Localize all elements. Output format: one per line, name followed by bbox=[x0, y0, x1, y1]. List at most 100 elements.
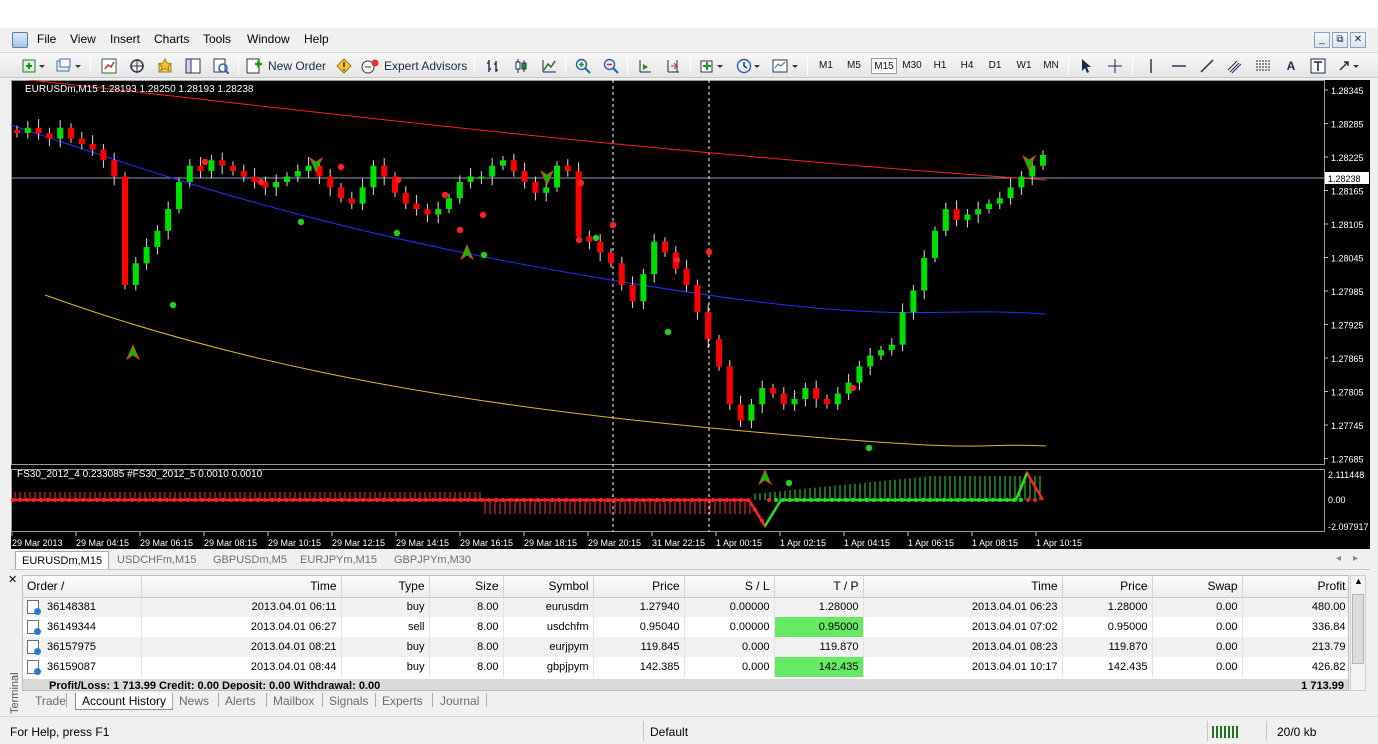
timeframe-m1[interactable]: M1 bbox=[815, 58, 837, 74]
candle-body bbox=[46, 133, 53, 139]
col-order[interactable]: Order / bbox=[23, 576, 142, 598]
chart-shift-icon[interactable] bbox=[662, 56, 684, 76]
text-icon[interactable]: A bbox=[1280, 56, 1302, 76]
tab-journal[interactable]: Journal bbox=[440, 693, 479, 710]
tab-alerts[interactable]: Alerts bbox=[225, 693, 256, 710]
zoom-out-icon[interactable] bbox=[600, 56, 622, 76]
table-row[interactable]: 36159087 2013.04.01 08:44 buy 8.00 gbpjpym 14… bbox=[23, 657, 1348, 677]
price-chart[interactable]: 1.28345 1.28285 1.28225 1.28165 1.28105 1.280… bbox=[11, 80, 1370, 549]
timeframe-w1[interactable]: W1 bbox=[1013, 58, 1035, 74]
crosshair-icon[interactable] bbox=[1104, 56, 1126, 76]
new-order-button[interactable]: New Order bbox=[246, 56, 330, 76]
col-symbol[interactable]: Symbol bbox=[503, 576, 594, 598]
menu-file[interactable]: File bbox=[37, 32, 56, 46]
timeframe-m30[interactable]: M30 bbox=[899, 58, 925, 74]
indicator-dot bbox=[228, 498, 232, 502]
chart-tab-usdchfm[interactable]: USDCHFm,M15 bbox=[111, 551, 202, 569]
timeframe-m5[interactable]: M5 bbox=[843, 58, 865, 74]
chart-window[interactable]: 1.28345 1.28285 1.28225 1.28165 1.28105 1.280… bbox=[11, 80, 1370, 549]
tab-trade[interactable]: Trade bbox=[35, 693, 66, 710]
autotrading-warning-icon[interactable] bbox=[333, 56, 355, 76]
timeframe-mn[interactable]: MN bbox=[1040, 58, 1062, 74]
table-cell: 480.00 bbox=[1242, 597, 1348, 617]
vertical-line-icon[interactable] bbox=[1140, 56, 1162, 76]
tab-experts[interactable]: Experts bbox=[382, 693, 423, 710]
indicator-dot bbox=[144, 498, 148, 502]
menu-window[interactable]: Window bbox=[247, 32, 290, 46]
candle-body bbox=[100, 149, 107, 161]
col-price[interactable]: Price bbox=[593, 576, 685, 598]
tabs-scroll-left-icon[interactable]: ◂ bbox=[1336, 553, 1341, 564]
col-size[interactable]: Size bbox=[429, 576, 504, 598]
table-row[interactable]: 36157975 2013.04.01 08:21 buy 8.00 eurjpym 11… bbox=[23, 637, 1348, 657]
line-chart-icon[interactable] bbox=[538, 56, 560, 76]
order-cell: 36148381 bbox=[23, 597, 142, 617]
menu-charts[interactable]: Charts bbox=[154, 32, 189, 46]
table-row[interactable]: 36149344 2013.04.01 06:27 sell 8.00 usdchfm 0… bbox=[23, 617, 1348, 637]
templates-icon[interactable] bbox=[770, 56, 802, 76]
indicators-icon[interactable] bbox=[698, 56, 728, 76]
col-type[interactable]: Type bbox=[341, 576, 430, 598]
zoom-in-icon[interactable] bbox=[572, 56, 594, 76]
bar-chart-icon[interactable] bbox=[482, 56, 504, 76]
chart-tab-gbpusdm[interactable]: GBPUSDm,M5 bbox=[207, 551, 293, 569]
menu-tools[interactable]: Tools bbox=[203, 32, 231, 46]
col-close-time[interactable]: Time bbox=[863, 576, 1063, 598]
timeframe-m15[interactable]: M15 bbox=[871, 58, 897, 74]
tab-news[interactable]: News bbox=[179, 693, 209, 710]
profiles-icon[interactable] bbox=[54, 56, 84, 76]
autoscroll-icon[interactable] bbox=[634, 56, 656, 76]
close-button[interactable]: ✕ bbox=[1350, 32, 1366, 48]
col-swap[interactable]: Swap bbox=[1152, 576, 1243, 598]
tabs-scroll-right-icon[interactable]: ▸ bbox=[1353, 553, 1358, 564]
navigator-icon[interactable] bbox=[126, 56, 148, 76]
text-label-icon[interactable] bbox=[1307, 56, 1329, 76]
chart-tab-gbpjpym[interactable]: GBPJPYm,M30 bbox=[388, 551, 477, 569]
menu-insert[interactable]: Insert bbox=[110, 32, 140, 46]
candle-body bbox=[489, 165, 496, 177]
favorites-icon[interactable] bbox=[154, 56, 176, 76]
app-icon[interactable] bbox=[12, 32, 28, 48]
fibonacci-icon[interactable] bbox=[1252, 56, 1274, 76]
restore-button[interactable]: ⧉ bbox=[1332, 32, 1348, 48]
expert-advisors-button[interactable]: Expert Advisors bbox=[360, 56, 468, 76]
sell-signal-dot bbox=[441, 191, 449, 199]
tab-account-history[interactable]: Account History bbox=[75, 693, 174, 710]
col-tp[interactable]: T / P bbox=[774, 576, 864, 598]
candle-body bbox=[802, 388, 809, 399]
cursor-icon[interactable] bbox=[1075, 56, 1097, 76]
candlestick-chart-icon[interactable] bbox=[510, 56, 532, 76]
col-time[interactable]: Time bbox=[141, 576, 342, 598]
trendline-icon[interactable] bbox=[1196, 56, 1218, 76]
table-cell: eurusdm bbox=[503, 597, 594, 617]
arrows-icon[interactable] bbox=[1336, 56, 1364, 76]
col-profit[interactable]: Profit bbox=[1242, 576, 1348, 598]
chart-tab-eurjpym[interactable]: EURJPYm,M15 bbox=[294, 551, 383, 569]
tab-signals[interactable]: Signals bbox=[329, 693, 368, 710]
timeframe-d1[interactable]: D1 bbox=[984, 58, 1006, 74]
tester-icon[interactable] bbox=[210, 56, 232, 76]
scroll-thumb[interactable] bbox=[1352, 594, 1364, 664]
close-terminal-icon[interactable]: ✕ bbox=[8, 573, 17, 586]
horizontal-line-icon[interactable] bbox=[1168, 56, 1190, 76]
new-chart-icon[interactable] bbox=[20, 56, 48, 76]
minimize-button[interactable]: _ bbox=[1314, 32, 1330, 48]
indicator-dot bbox=[592, 498, 596, 502]
indicator-dot bbox=[375, 498, 379, 502]
menu-view[interactable]: View bbox=[70, 32, 96, 46]
table-scrollbar[interactable]: ▲ bbox=[1350, 575, 1366, 691]
table-row[interactable]: 36148381 2013.04.01 06:11 buy 8.00 eurusdm 1.… bbox=[23, 597, 1348, 617]
periods-clock-icon[interactable] bbox=[734, 56, 764, 76]
col-sl[interactable]: S / L bbox=[684, 576, 775, 598]
col-close-price[interactable]: Price bbox=[1062, 576, 1153, 598]
timeframe-h1[interactable]: H1 bbox=[929, 58, 951, 74]
equidistant-channel-icon[interactable] bbox=[1224, 56, 1246, 76]
scroll-up-icon[interactable]: ▲ bbox=[1354, 576, 1363, 586]
terminal-icon[interactable] bbox=[182, 56, 204, 76]
market-watch-icon[interactable] bbox=[98, 56, 120, 76]
indicator-dot bbox=[214, 498, 218, 502]
tab-mailbox[interactable]: Mailbox bbox=[273, 693, 314, 710]
menu-help[interactable]: Help bbox=[304, 32, 329, 46]
chart-tab-eurusdm[interactable]: EURUSDm,M15 bbox=[15, 551, 110, 569]
timeframe-h4[interactable]: H4 bbox=[956, 58, 978, 74]
